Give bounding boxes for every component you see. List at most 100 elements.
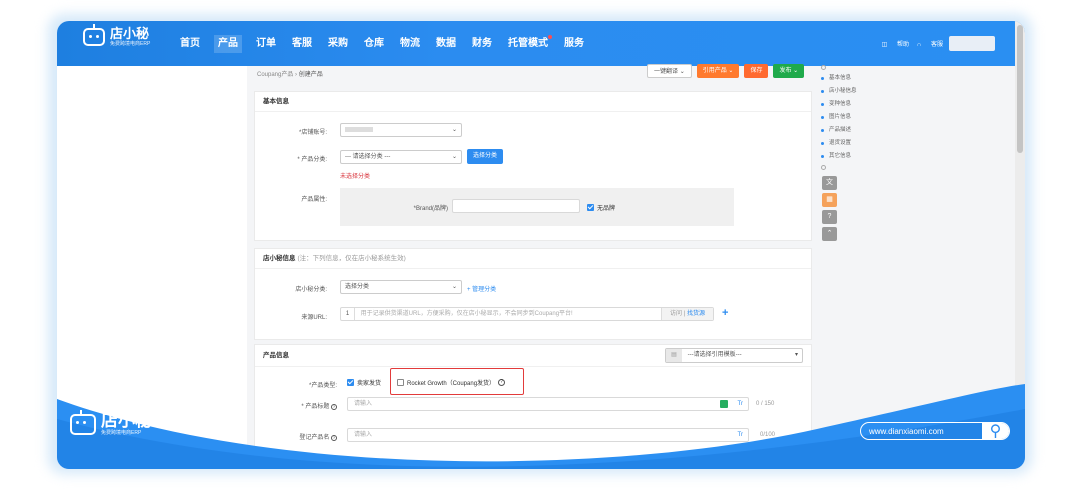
service-link[interactable]: ∩ 客服 [917, 39, 943, 48]
robot-logo-icon [70, 409, 96, 435]
nav-customer-service[interactable]: 客服 [290, 35, 314, 53]
source-url-index: 1 [341, 308, 355, 320]
nav-products[interactable]: 产品 [214, 35, 242, 53]
dxm-category-label: 店小秘分类: [295, 287, 327, 293]
scrollbar-thumb[interactable] [1017, 25, 1023, 153]
breadcrumb-parent[interactable]: Coupang产品 [257, 72, 293, 78]
nav-hosting-label: 托管模式 [508, 38, 548, 49]
back-to-top-icon[interactable]: ⌃ [822, 227, 837, 241]
nav-services[interactable]: 服务 [562, 35, 586, 53]
nav-logistics[interactable]: 物流 [398, 35, 422, 53]
visit-link[interactable]: 访问 [670, 311, 682, 317]
anchor-return-settings[interactable]: 退货设置 [821, 137, 857, 150]
chevron-down-icon: ⌄ [679, 69, 685, 75]
nav-home[interactable]: 首页 [178, 35, 202, 53]
source-url-placeholder: 用于记录供货渠道URL，方便采购，仅在店小秘显示，不会同步到Coupang平台! [360, 311, 573, 317]
manage-category-link[interactable]: + 管理分类 [467, 284, 496, 293]
action-bar: 一键翻译 ⌄ 引用产品 ⌄ 保存 发布 ⌄ [647, 64, 809, 78]
translate-button[interactable]: 一键翻译 ⌄ [647, 64, 692, 78]
checkbox-checked-icon [587, 204, 594, 211]
import-product-button[interactable]: 引用产品 ⌄ [696, 64, 740, 78]
shop-account-redacted [345, 126, 373, 132]
nav-purchase[interactable]: 采购 [326, 35, 350, 53]
brand-input[interactable] [452, 199, 580, 213]
top-right-tools: ◫ 帮助 ∩ 客服 [874, 36, 995, 51]
robot-logo-icon [83, 24, 105, 46]
document-icon: ▤ [666, 349, 682, 362]
main-nav: 首页 产品 订单 客服 采购 仓库 物流 数据 财务 托管模式 服务 [178, 35, 598, 53]
no-brand-checkbox[interactable]: 无品牌 [587, 203, 615, 212]
help-link[interactable]: ◫ 帮助 [882, 39, 909, 48]
anchor-image-info[interactable]: 图片信息 [821, 111, 857, 124]
footer-url: www.dianxiaomi.com [869, 426, 944, 436]
top-navbar: 店小秘 免费跨境电商ERP 首页 产品 订单 客服 采购 仓库 物流 数据 财务… [57, 21, 1025, 66]
basic-info-title: 基本信息 [255, 92, 811, 112]
save-button[interactable]: 保存 [744, 64, 769, 78]
breadcrumb-separator: › [295, 72, 298, 78]
dxm-info-card: 店小秘信息 (注：下列信息，仅在店小秘系统生效) 店小秘分类: 选择分类 ⌄ + 管… [254, 248, 812, 340]
no-brand-label: 无品牌 [597, 206, 616, 212]
template-select[interactable]: ▤ ---请选择引用模板--- ▾ [665, 348, 803, 363]
chevron-down-icon: ⌄ [793, 68, 799, 74]
nav-finance[interactable]: 财务 [470, 35, 494, 53]
footer-brand-name: 店小秘 [101, 411, 152, 430]
brand-name: 店小秘 [110, 26, 150, 41]
category-label: * 产品分类: [297, 157, 327, 163]
anchor-basic-info[interactable]: 基本信息 [821, 72, 857, 85]
nav-orders[interactable]: 订单 [254, 35, 278, 53]
anchor-description[interactable]: 产品描述 [821, 124, 857, 137]
shop-account-select[interactable]: ⌄ [340, 123, 462, 137]
nav-hosting-mode[interactable]: 托管模式 [506, 35, 552, 53]
category-placeholder: --- 请选择分类 --- [345, 154, 391, 160]
dxm-category-select[interactable]: 选择分类 ⌄ [340, 280, 462, 294]
source-url-actions: 访问 | 找货源 [661, 308, 713, 320]
footer-brand-tagline: 免费跨境电商ERP [101, 430, 142, 436]
nav-warehouse[interactable]: 仓库 [362, 35, 386, 53]
search-icon: ⚲ [982, 423, 1009, 439]
chevron-down-icon: ⌄ [451, 127, 457, 133]
dxm-category-value: 选择分类 [345, 284, 370, 290]
basic-info-card: 基本信息 *店铺账号: ⌄ * 产品分类: --- 请选择分类 --- ⌄ 选择分… [254, 91, 812, 241]
chevron-down-icon: ⌄ [451, 154, 457, 160]
anchor-end-ring [821, 165, 826, 170]
app-logo[interactable]: 店小秘 免费跨境电商ERP [83, 24, 151, 47]
source-url-label: 来源URL: [301, 315, 327, 321]
chevron-down-icon: ⌄ [451, 284, 457, 290]
publish-button[interactable]: 发布 ⌄ [773, 64, 805, 78]
find-source-link[interactable]: 找货源 [687, 311, 705, 317]
import-label: 引用产品 [702, 68, 727, 74]
category-error: 未选择分类 [340, 174, 371, 180]
user-account[interactable] [949, 36, 995, 51]
nav-data[interactable]: 数据 [434, 35, 458, 53]
breadcrumb-current: 创建产品 [298, 72, 323, 78]
anchor-dxm-info[interactable]: 店小秘信息 [821, 85, 857, 98]
chevron-down-icon: ▾ [794, 352, 798, 358]
anchor-nav: 基本信息 店小秘信息 变种信息 图片信息 产品描述 退货设置 其它信息 [821, 63, 857, 172]
translate-label: 一键翻译 [654, 69, 679, 75]
question-icon[interactable]: ? [822, 210, 837, 224]
translate-icon[interactable]: 文 [822, 176, 837, 190]
brand-tagline: 免费跨境电商ERP [110, 41, 151, 47]
service-label: 客服 [930, 42, 943, 48]
anchor-variant-info[interactable]: 变种信息 [821, 98, 857, 111]
dxm-info-header: 店小秘信息 (注：下列信息，仅在店小秘系统生效) [255, 249, 811, 269]
source-url-field[interactable]: 1 用于记录供货渠道URL，方便采购，仅在店小秘显示，不会同步到Coupang平… [340, 307, 714, 321]
anchor-start-ring [821, 65, 826, 70]
category-select[interactable]: --- 请选择分类 --- ⌄ [340, 150, 462, 164]
footer-url-pill: www.dianxiaomi.com ⚲ [860, 422, 1010, 440]
help-label: 帮助 [896, 42, 909, 48]
attributes-panel: *Brand(品牌) 无品牌 [340, 188, 734, 226]
notification-dot [548, 35, 552, 39]
breadcrumb: Coupang产品 › 创建产品 [257, 69, 323, 78]
browser-frame: 店小秘 免费跨境电商ERP 首页 产品 订单 客服 采购 仓库 物流 数据 财务… [57, 21, 1025, 469]
brand-label: *Brand(品牌) [413, 206, 448, 212]
chevron-down-icon: ⌄ [728, 68, 734, 74]
dxm-info-title: 店小秘信息 [263, 255, 296, 262]
add-url-button[interactable]: + [722, 307, 728, 319]
shop-account-label: *店铺账号: [298, 130, 327, 136]
template-placeholder: ---请选择引用模板--- [687, 352, 742, 358]
dxm-info-note: (注：下列信息，仅在店小秘系统生效) [297, 255, 406, 262]
anchor-other-info[interactable]: 其它信息 [821, 150, 857, 163]
apps-grid-icon[interactable]: ▦ [822, 193, 837, 207]
choose-category-button[interactable]: 选择分类 [467, 149, 504, 164]
